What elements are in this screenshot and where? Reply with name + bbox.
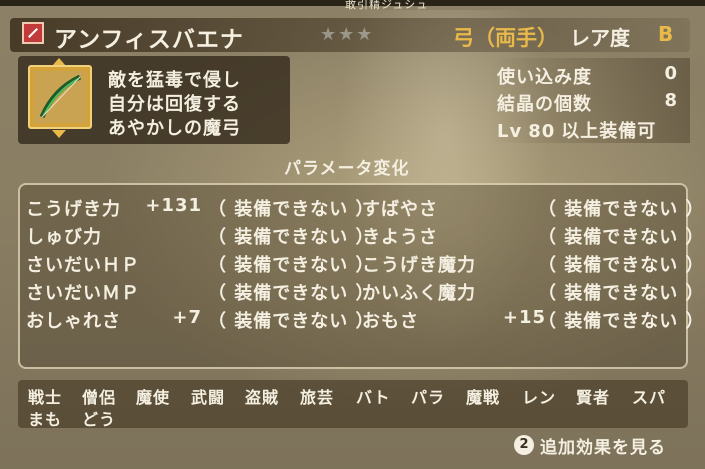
param-value: +131: [145, 195, 202, 216]
job-label: 武闘: [191, 388, 226, 407]
button-2-icon: 2: [514, 435, 534, 455]
param-status: （ 装備できない ）: [538, 311, 705, 332]
view-extra-effects-button[interactable]: 2 追加効果を見る: [514, 432, 666, 458]
job-label: どう: [82, 410, 117, 429]
param-name: おしゃれさ: [26, 311, 121, 332]
job-label: まも: [28, 410, 63, 429]
param-status: （ 装備できない ）: [208, 255, 375, 276]
job-label: レン: [522, 388, 557, 407]
param-name: しゅび力: [26, 227, 102, 248]
job-label: 魔戦: [466, 388, 501, 407]
param-name: おもさ: [362, 311, 419, 332]
rarity-label: レア度: [570, 26, 630, 50]
job-label: スパ: [632, 388, 667, 407]
rarity-value: B: [658, 22, 674, 46]
description-line-3: あやかしの魔弓: [108, 118, 241, 139]
usage-value: 0: [664, 63, 677, 84]
param-status: （ 装備できない ）: [208, 283, 375, 304]
view-extra-effects-label: 追加効果を見る: [540, 437, 666, 458]
crystal-label: 結晶の個数: [497, 94, 592, 115]
bow-icon: [39, 74, 82, 119]
item-icon: [28, 65, 92, 129]
param-status: （ 装備できない ）: [208, 227, 375, 248]
usage-label: 使い込み度: [497, 67, 592, 88]
param-name: こうげき力: [26, 199, 121, 220]
param-status: （ 装備できない ）: [538, 283, 705, 304]
param-name: きようさ: [362, 227, 438, 248]
param-value: +15: [502, 307, 546, 328]
param-name: さいだいＭＰ: [26, 283, 140, 304]
job-label: 魔使: [136, 388, 171, 407]
param-status: （ 装備できない ）: [538, 199, 705, 220]
equipment-detail-panel: 敢引精ジュシュ アンフィスバエナ ★★★ 弓（両手） レア度 B 敵を猛毒で侵し…: [0, 0, 705, 469]
weapon-category: 弓（両手）: [453, 26, 558, 50]
param-name: すばやさ: [362, 199, 438, 220]
level-value: 80: [528, 121, 556, 142]
param-status: （ 装備できない ）: [208, 199, 375, 220]
job-label: 旅芸: [300, 388, 335, 407]
crystal-value: 8: [664, 90, 677, 111]
description-line-2: 自分は回復する: [108, 94, 241, 115]
job-label: パラ: [411, 388, 446, 407]
level-suffix: 以上装備可: [561, 121, 657, 142]
param-status: （ 装備できない ）: [208, 311, 375, 332]
param-name: さいだいＨＰ: [26, 255, 140, 276]
param-value: +7: [172, 307, 202, 328]
weapon-type-icon: [22, 22, 44, 44]
level-tag: Lv: [497, 121, 523, 142]
job-label: 盗賊: [245, 388, 280, 407]
item-name: アンフィスバエナ: [54, 27, 244, 53]
level-requirement: Lv 80 以上装備可: [497, 117, 656, 143]
job-label: 僧侶: [82, 388, 117, 407]
params-title: パラメータ変化: [284, 159, 410, 179]
star-rating: ★★★: [320, 24, 375, 45]
param-name: こうげき魔力: [362, 255, 476, 276]
scroll-down-arrow-icon[interactable]: [52, 130, 66, 138]
job-label: 戦士: [28, 388, 63, 407]
top-caption: 敢引精ジュシュ: [345, 0, 429, 11]
param-status: （ 装備できない ）: [538, 255, 705, 276]
param-name: かいふく魔力: [362, 283, 476, 304]
description-line-1: 敵を猛毒で侵し: [108, 70, 241, 91]
param-status: （ 装備できない ）: [538, 227, 705, 248]
job-label: 賢者: [576, 388, 611, 407]
job-label: バト: [356, 388, 391, 407]
